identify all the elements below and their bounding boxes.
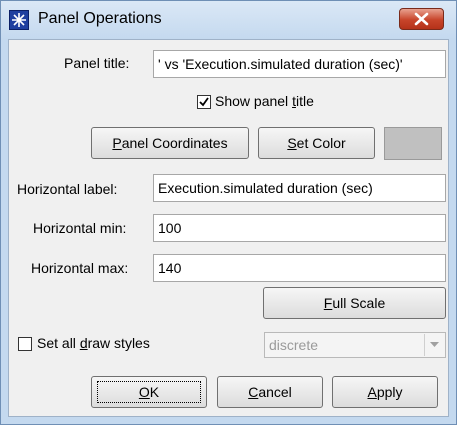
- close-icon: [414, 12, 429, 26]
- full-scale-button[interactable]: Full Scale: [263, 287, 446, 319]
- color-swatch[interactable]: [384, 127, 442, 160]
- panel-title-label: Panel title:: [64, 55, 130, 71]
- chevron-down-icon: [424, 334, 444, 356]
- show-panel-title-checkbox[interactable]: [197, 95, 211, 109]
- set-all-draw-styles-checkbox[interactable]: [18, 337, 32, 351]
- panel-operations-window: Panel Operations Panel title: ' vs 'Exec…: [0, 0, 457, 425]
- draw-style-select: discrete: [264, 332, 446, 358]
- title-bar: Panel Operations: [1, 1, 456, 39]
- panel-title-input[interactable]: ' vs 'Execution.simulated duration (sec)…: [153, 50, 446, 78]
- draw-style-select-value: discrete: [269, 337, 319, 353]
- horizontal-max-input[interactable]: 140: [153, 254, 446, 282]
- app-icon: [9, 10, 29, 30]
- panel-coordinates-button[interactable]: Panel Coordinates: [91, 127, 249, 159]
- apply-button[interactable]: Apply: [332, 376, 438, 408]
- set-all-draw-styles-label: Set all draw styles: [37, 335, 150, 351]
- horizontal-min-label: Horizontal min:: [33, 220, 127, 236]
- focus-ring: [97, 381, 201, 403]
- horizontal-label-label: Horizontal label:: [17, 181, 118, 197]
- dialog-body: Panel title: ' vs 'Execution.simulated d…: [8, 39, 449, 417]
- horizontal-min-input[interactable]: 100: [153, 214, 446, 242]
- show-panel-title-label: Show panel title: [215, 93, 314, 109]
- horizontal-max-label: Horizontal max:: [31, 260, 129, 276]
- horizontal-label-input[interactable]: Execution.simulated duration (sec): [153, 174, 446, 202]
- set-color-button[interactable]: Set Color: [258, 127, 375, 159]
- window-title: Panel Operations: [38, 10, 162, 27]
- cancel-button[interactable]: Cancel: [217, 376, 323, 408]
- ok-button[interactable]: OK: [91, 376, 207, 408]
- close-button[interactable]: [399, 8, 444, 30]
- checkmark-icon: [199, 97, 209, 107]
